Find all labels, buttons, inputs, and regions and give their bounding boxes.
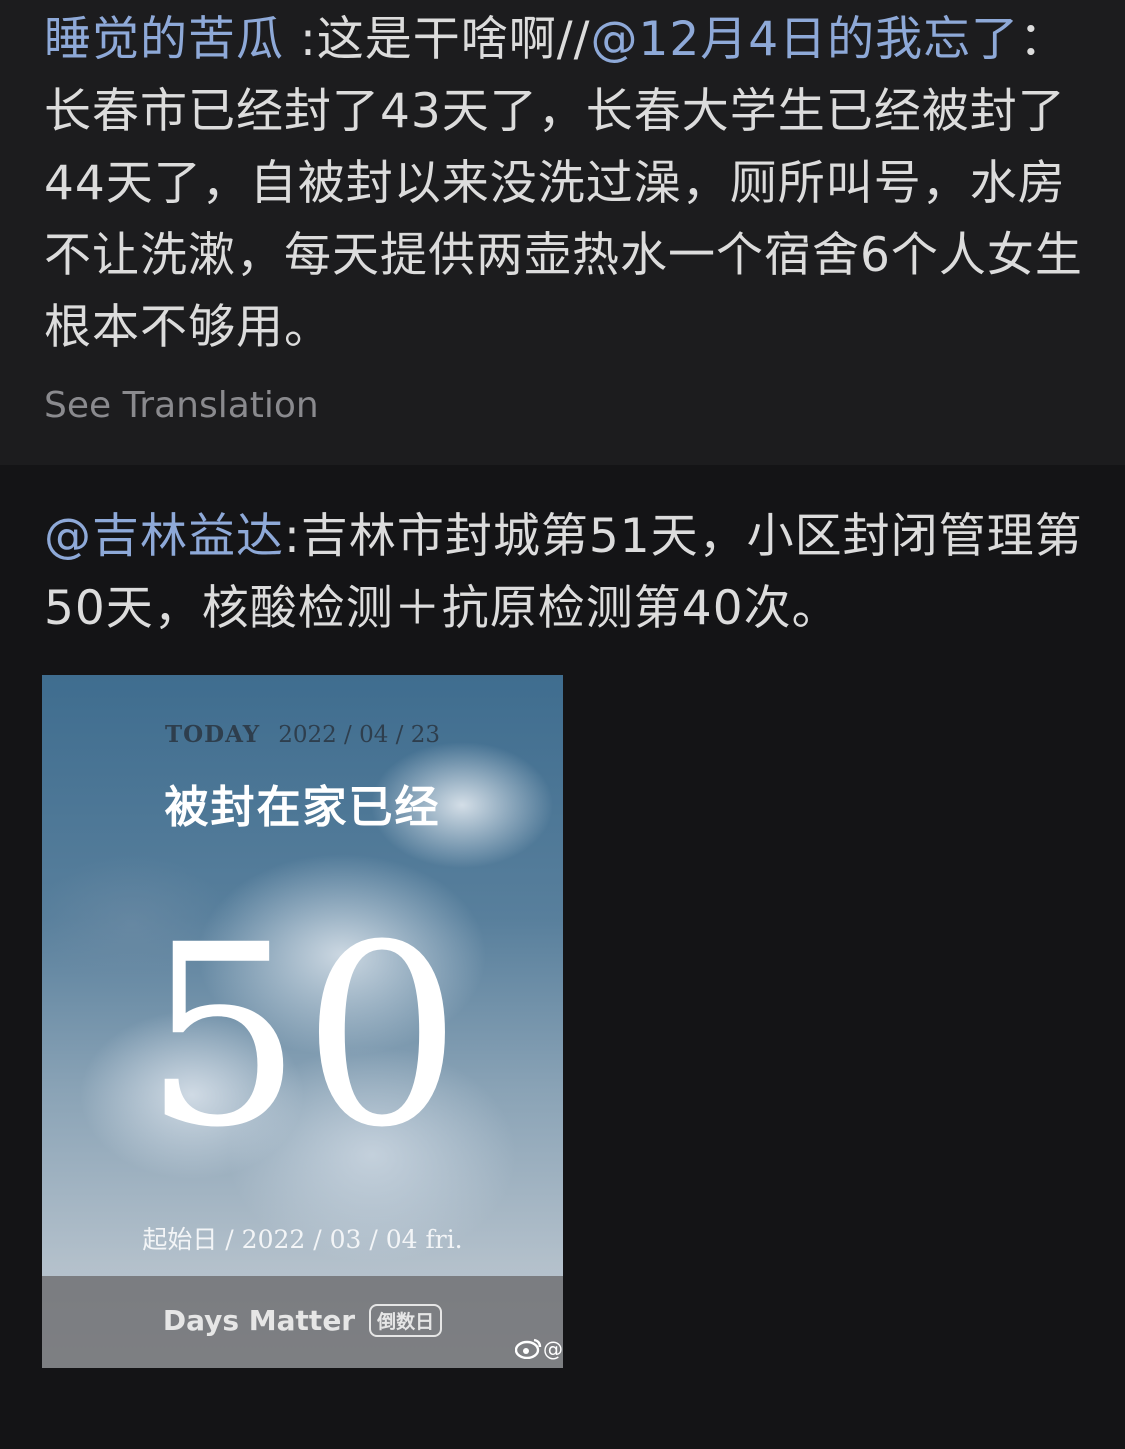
post-1-text: 睡觉的苦瓜 :这是干啥啊//@12月4日的我忘了：长春市已经封了43天了，长春大… <box>44 4 1084 364</box>
mention-link[interactable]: @12月4日的我忘了 <box>590 12 1019 67</box>
today-line: TODAY 2022 / 04 / 23 <box>42 721 563 748</box>
mention-link[interactable]: @吉林益达 <box>44 509 284 564</box>
start-date: 起始日 / 2022 / 03 / 04 fri. <box>142 1225 463 1254</box>
post-image[interactable]: TODAY 2022 / 04 / 23 被封在家已经 50 起始日 / 2022… <box>42 675 563 1368</box>
author-link[interactable]: 睡觉的苦瓜 <box>44 12 284 67</box>
today-label: TODAY <box>164 721 261 748</box>
repost-comment: :这是干啥啊// <box>284 12 591 67</box>
day-count: 50 <box>143 891 462 1182</box>
see-translation-link[interactable]: See Translation <box>44 380 319 432</box>
weibo-icon <box>514 1337 543 1364</box>
app-name: Days Matter <box>162 1304 356 1337</box>
post-2: @吉林益达:吉林市封城第51天，小区封闭管理第50天，核酸检测＋抗原检测第40次… <box>0 465 1125 1449</box>
today-date: 2022 / 04 / 23 <box>278 722 441 748</box>
weibo-watermark: @ <box>514 1337 563 1364</box>
post-1: 睡觉的苦瓜 :这是干啥啊//@12月4日的我忘了：长春市已经封了43天了，长春大… <box>0 0 1125 465</box>
app-badge: 倒数日 <box>369 1304 443 1337</box>
card-title: 被封在家已经 <box>164 782 441 833</box>
watermark-text: @ <box>543 1337 563 1361</box>
post-2-text: @吉林益达:吉林市封城第51天，小区封闭管理第50天，核酸检测＋抗原检测第40次… <box>44 501 1084 645</box>
card-footer: Days Matter 倒数日 @ <box>42 1276 563 1368</box>
